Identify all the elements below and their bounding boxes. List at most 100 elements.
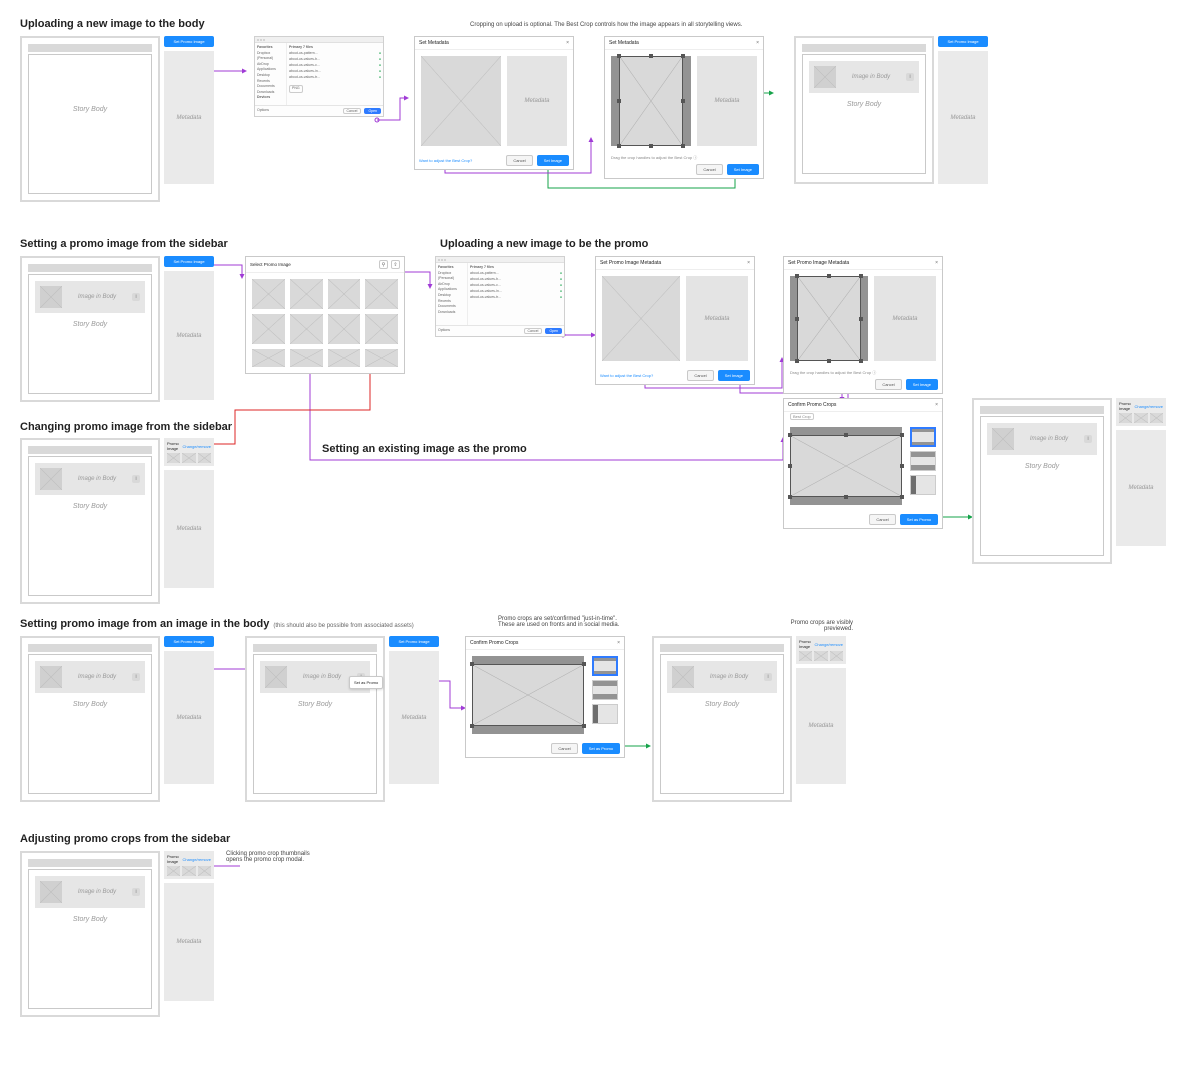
body-image-row[interactable]: Image in Body i <box>667 661 777 693</box>
promo-crop-thumb[interactable] <box>182 453 195 463</box>
image-grid-cell[interactable] <box>252 314 285 344</box>
crop-ratio-thumb[interactable] <box>592 704 618 724</box>
cancel-button[interactable]: Cancel <box>506 155 532 166</box>
image-grid-cell[interactable] <box>290 349 323 367</box>
metadata-panel: Metadata <box>164 271 214 400</box>
image-grid-cell[interactable] <box>328 314 361 344</box>
crop-ratio-thumb[interactable] <box>592 680 618 700</box>
modal-title: Set Metadata <box>419 40 449 46</box>
image-grid-cell[interactable] <box>252 349 285 367</box>
finder-cancel-button[interactable]: Cancel <box>343 108 362 114</box>
cancel-button[interactable]: Cancel <box>696 164 722 175</box>
finder-cancel-button[interactable]: Cancel <box>524 328 543 334</box>
finder-item[interactable]: Dropbox (Personal) <box>257 51 284 62</box>
info-icon[interactable]: i <box>1084 435 1092 443</box>
promo-crop-thumb[interactable] <box>1134 413 1147 423</box>
promo-crop-thumb[interactable] <box>830 651 843 661</box>
set-as-promo-button[interactable]: Set as Promo <box>900 514 938 525</box>
crop-ratio-thumb[interactable] <box>910 427 936 447</box>
section-title-set-promo-sidebar: Setting a promo image from the sidebar <box>20 238 228 250</box>
image-grid-cell[interactable] <box>290 314 323 344</box>
set-as-promo-popover[interactable]: Set as Promo <box>349 676 383 689</box>
set-image-button[interactable]: Set Image <box>727 164 759 175</box>
set-promo-image-button[interactable]: Set Promo Image <box>164 636 214 647</box>
search-icon[interactable]: ⚲ <box>379 260 388 269</box>
cancel-button[interactable]: Cancel <box>551 743 577 754</box>
close-icon[interactable]: × <box>935 260 938 266</box>
promo-crop-thumb[interactable] <box>167 866 180 876</box>
adjust-crop-link[interactable]: Want to adjust the Best Crop? <box>600 373 653 378</box>
promo-crop-thumb[interactable] <box>814 651 827 661</box>
adjust-crop-link[interactable]: Want to adjust the Best Crop? <box>419 158 472 163</box>
promo-crop-thumb[interactable] <box>1150 413 1163 423</box>
info-icon[interactable]: i <box>132 475 140 483</box>
close-icon[interactable]: × <box>617 640 620 646</box>
change-remove-link[interactable]: Change/remove <box>183 444 211 449</box>
image-grid-cell[interactable] <box>365 349 398 367</box>
modal-title: Confirm Promo Crops <box>788 402 836 408</box>
info-icon[interactable]: i <box>132 673 140 681</box>
cancel-button[interactable]: Cancel <box>869 514 895 525</box>
crop-select[interactable]: Best Crop <box>790 413 814 420</box>
finder-format-select[interactable]: PNG <box>289 85 303 93</box>
body-image-row[interactable]: Image in Body i <box>809 61 919 93</box>
crop-ratio-thumb[interactable] <box>910 475 936 495</box>
crop-ratio-thumb[interactable] <box>592 656 618 676</box>
set-promo-image-button[interactable]: Set Promo Image <box>938 36 988 47</box>
promo-crop-thumb[interactable] <box>167 453 180 463</box>
finder-options[interactable]: Options <box>257 108 269 114</box>
image-grid-cell[interactable] <box>365 279 398 309</box>
close-icon[interactable]: × <box>756 40 759 46</box>
body-image-row[interactable]: Image in Body i <box>35 661 145 693</box>
section-title-adjust-crops: Adjusting promo crops from the sidebar <box>20 833 1180 845</box>
change-remove-link[interactable]: Change/remove <box>183 857 211 862</box>
info-icon[interactable]: i <box>132 293 140 301</box>
set-image-button[interactable]: Set Image <box>718 370 750 381</box>
promo-image-panel: Promo ImageChange/remove <box>796 636 846 664</box>
promo-crop-thumb[interactable] <box>198 453 211 463</box>
body-image-row[interactable]: Image in Body i <box>35 463 145 495</box>
info-icon[interactable]: i <box>132 888 140 896</box>
set-image-button[interactable]: Set Image <box>906 379 938 390</box>
set-promo-image-button[interactable]: Set Promo Image <box>164 256 214 267</box>
editor-after-upload: Image in Body i Story Body Set Promo Ima… <box>794 36 988 184</box>
image-grid-cell[interactable] <box>290 279 323 309</box>
set-as-promo-button[interactable]: Set as Promo <box>582 743 620 754</box>
close-icon[interactable]: × <box>935 402 938 408</box>
editor-body-image-menu: Image in Body i Story Body Set Promo Ima… <box>245 636 439 802</box>
cancel-button[interactable]: Cancel <box>687 370 713 381</box>
body-image-row[interactable]: Image in Body i <box>35 281 145 313</box>
crop-ratio-thumb[interactable] <box>910 451 936 471</box>
file-open-dialog[interactable]: Favorites Dropbox (Personal)AirDrop Appl… <box>435 256 565 337</box>
upload-icon[interactable]: ⇧ <box>391 260 400 269</box>
finder-open-button[interactable]: Open <box>364 108 381 114</box>
body-image-row[interactable]: Image in Body i <box>987 423 1097 455</box>
close-icon[interactable]: × <box>566 40 569 46</box>
info-icon[interactable]: i <box>764 673 772 681</box>
set-promo-image-button[interactable]: Set Promo Image <box>389 636 439 647</box>
modal-title: Confirm Promo Crops <box>470 640 518 646</box>
image-grid-cell[interactable] <box>252 279 285 309</box>
promo-crop-thumb[interactable] <box>198 866 211 876</box>
info-icon[interactable]: i <box>906 73 914 81</box>
change-remove-link[interactable]: Change/remove <box>815 642 843 647</box>
set-image-button[interactable]: Set Image <box>537 155 569 166</box>
drag-hint: Drag the crop handles to adjust the Best… <box>605 152 763 161</box>
change-remove-link[interactable]: Change/remove <box>1135 404 1163 409</box>
set-promo-image-button[interactable]: Set Promo Image <box>164 36 214 47</box>
section-title-set-existing-promo: Setting an existing image as the promo <box>322 443 527 455</box>
image-grid-cell[interactable] <box>328 349 361 367</box>
finder-open-button[interactable]: Open <box>545 328 562 334</box>
body-image-row[interactable]: Image in Body i <box>35 876 145 908</box>
promo-crop-thumb[interactable] <box>182 866 195 876</box>
story-body-label: Story Body <box>73 503 107 510</box>
set-metadata-crop-modal: Set Metadata× Metadata Drag the crop han… <box>604 36 764 179</box>
image-grid-cell[interactable] <box>328 279 361 309</box>
promo-crop-thumb[interactable] <box>799 651 812 661</box>
finder-file[interactable]: about-us-values-tr...● <box>289 75 381 81</box>
file-open-dialog[interactable]: Favorites Dropbox (Personal) AirDrop App… <box>254 36 384 117</box>
promo-crop-thumb[interactable] <box>1119 413 1132 423</box>
close-icon[interactable]: × <box>747 260 750 266</box>
image-grid-cell[interactable] <box>365 314 398 344</box>
cancel-button[interactable]: Cancel <box>875 379 901 390</box>
